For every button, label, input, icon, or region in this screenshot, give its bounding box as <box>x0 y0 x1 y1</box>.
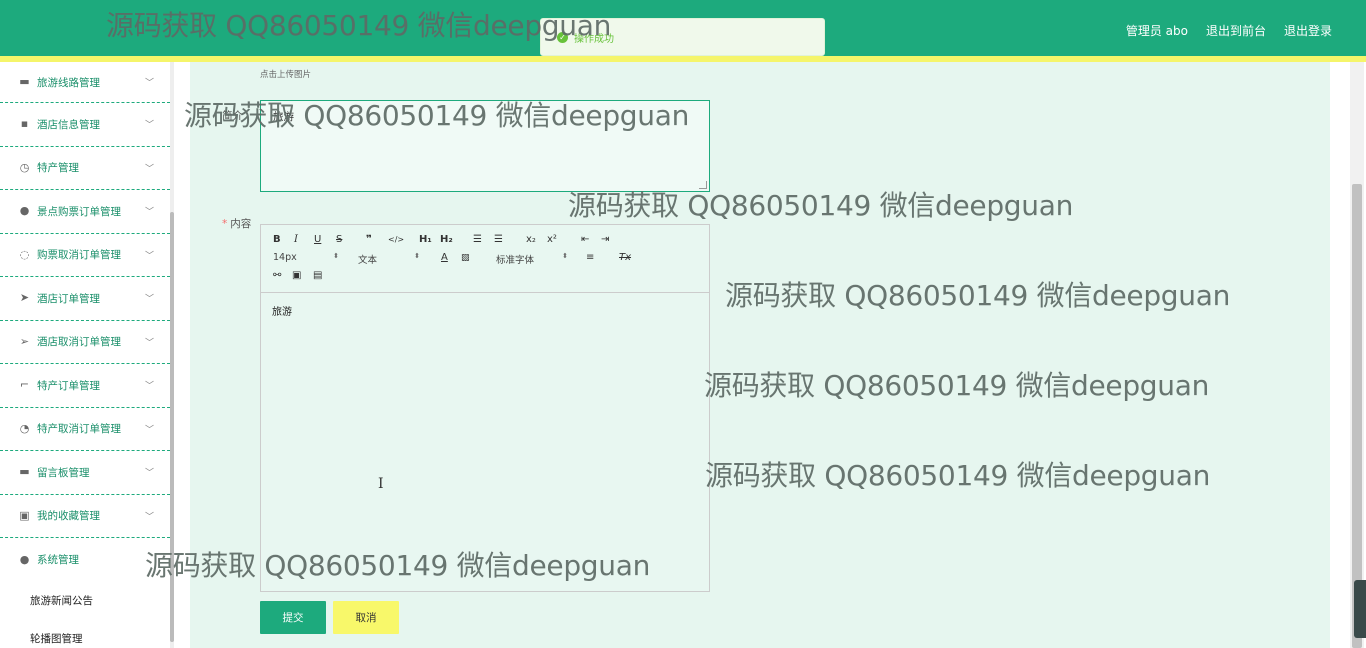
chevron-down-icon: ﹀ <box>144 120 154 131</box>
to-front-link[interactable]: 退出到前台 <box>1206 22 1266 39</box>
compass-icon: ◌ <box>19 247 30 261</box>
watermark-text: 源码获取 QQ86050149 微信deepguan <box>145 549 651 582</box>
required-star: * <box>222 218 228 230</box>
bold-button[interactable]: B <box>273 233 281 247</box>
sidebar-item-label: 留言板管理 <box>37 466 90 479</box>
superscript-button[interactable]: x² <box>547 233 557 247</box>
chevron-down-icon: ﹀ <box>144 294 154 305</box>
briefcase-icon: ▬ <box>19 465 30 479</box>
sidebar-item-specialty[interactable]: ◷ 特产管理 ﹀ <box>0 147 170 190</box>
crop-icon: ⌐ <box>19 378 30 392</box>
main-scroll-thumb[interactable] <box>1352 184 1362 648</box>
submenu-item-news[interactable]: 旅游新闻公告 <box>0 582 170 620</box>
chevron-down-icon: ﹀ <box>144 425 154 436</box>
sidebar-item-label: 景点购票订单管理 <box>37 205 121 218</box>
sidebar-item-label: 我的收藏管理 <box>37 510 100 523</box>
watermark-text: 源码获取 QQ86050149 微信deepguan <box>725 279 1231 312</box>
ordered-list-icon[interactable]: ☰ <box>473 233 482 247</box>
indent-icon[interactable]: ⇥ <box>601 233 609 247</box>
sidebar-item-specialty-orders[interactable]: ⌐ 特产订单管理 ﹀ <box>0 364 170 408</box>
chevron-down-icon: ﹀ <box>144 251 154 262</box>
clock-icon: ◷ <box>19 160 30 174</box>
header-links: 管理员 abo 退出到前台 退出登录 <box>1126 22 1332 39</box>
image-icon[interactable]: ▣ <box>292 269 301 283</box>
watermark-text: 源码获取 QQ86050149 微信deepguan <box>705 459 1211 492</box>
sidebar-item-favorites[interactable]: ▣ 我的收藏管理 ﹀ <box>0 495 170 538</box>
select-arrow-icon: ⬍ <box>333 252 339 260</box>
chevron-down-icon: ﹀ <box>144 338 154 349</box>
upload-hint[interactable]: 点击上传图片 <box>260 68 311 80</box>
sidebar-item-hotel-cancel[interactable]: ➢ 酒店取消订单管理 ﹀ <box>0 321 170 364</box>
admin-user-label[interactable]: 管理员 abo <box>1126 22 1188 39</box>
sidebar-item-ticket-cancel[interactable]: ◌ 购票取消订单管理 ﹀ <box>0 234 170 277</box>
content-label: * 内容 <box>222 218 252 230</box>
sidebar-item-message-board[interactable]: ▬ 留言板管理 ﹀ <box>0 451 170 495</box>
bulb-icon: ● <box>19 552 30 566</box>
sidebar-item-hotel-orders[interactable]: ➤ 酒店订单管理 ﹀ <box>0 277 170 321</box>
code-button[interactable]: </> <box>388 233 404 247</box>
sidebar-item-hotel-info[interactable]: ▪ 酒店信息管理 ﹀ <box>0 103 170 147</box>
font-family-select[interactable]: 标准字体 ⬍ <box>496 252 568 266</box>
chevron-down-icon: ﹀ <box>144 164 154 175</box>
main-scrollbar[interactable] <box>1350 62 1364 648</box>
watermark-text: 源码获取 QQ86050149 微信deepguan <box>184 99 690 132</box>
timer-icon: ◔ <box>19 421 30 435</box>
editor-content[interactable]: 旅游 <box>261 293 709 328</box>
side-widget[interactable] <box>1354 580 1366 638</box>
underline-button[interactable]: U <box>314 233 321 247</box>
text-cursor-icon: I <box>378 476 384 492</box>
sidebar-item-label: 酒店取消订单管理 <box>37 336 121 349</box>
sidebar-item-route[interactable]: ▬ 旅游线路管理 ﹀ <box>0 62 170 103</box>
video-icon[interactable]: ▤ <box>313 269 322 283</box>
logout-link[interactable]: 退出登录 <box>1284 22 1332 39</box>
strike-button[interactable]: S <box>336 233 342 247</box>
user-icon: ● <box>19 204 30 218</box>
h1-button[interactable]: H₁ <box>419 233 432 247</box>
sidebar-item-ticket-orders[interactable]: ● 景点购票订单管理 ﹀ <box>0 190 170 234</box>
ticket-icon: ▬ <box>19 75 30 88</box>
watermark-text: 源码获取 QQ86050149 微信deepguan <box>568 189 1074 222</box>
paragraph-select[interactable]: 文本 ⬍ <box>358 252 420 266</box>
sidebar-item-label: 特产管理 <box>37 162 79 175</box>
chevron-down-icon: ﹀ <box>144 512 154 523</box>
chevron-down-icon: ﹀ <box>144 381 154 392</box>
sidebar-item-specialty-cancel[interactable]: ◔ 特产取消订单管理 ﹀ <box>0 408 170 451</box>
chevron-down-icon: ﹀ <box>144 78 154 89</box>
sidebar-item-label: 酒店信息管理 <box>37 118 100 131</box>
watermark-text: 源码获取 QQ86050149 微信deepguan <box>704 369 1210 402</box>
blockquote-button[interactable]: ❞ <box>366 233 372 247</box>
sidebar-item-label: 旅游线路管理 <box>37 76 100 89</box>
italic-button[interactable]: I <box>294 233 298 247</box>
outdent-icon[interactable]: ⇤ <box>581 233 589 247</box>
select-arrow-icon: ⬍ <box>414 252 420 260</box>
background-color-icon[interactable]: ▧ <box>461 251 470 265</box>
sidebar-item-label: 购票取消订单管理 <box>37 249 121 262</box>
align-icon[interactable]: ≡ <box>586 251 594 265</box>
navigate-icon: ➢ <box>19 334 30 348</box>
cancel-button[interactable]: 取消 <box>333 601 399 634</box>
link-icon[interactable]: ⚯ <box>273 269 281 283</box>
font-size-select[interactable]: 14px ⬍ <box>273 252 339 263</box>
comment-icon: ▪ <box>20 117 29 131</box>
send-icon: ➤ <box>19 291 30 305</box>
submenu-item-carousel[interactable]: 轮播图管理 <box>0 620 170 648</box>
select-arrow-icon: ⬍ <box>562 252 568 260</box>
h2-button[interactable]: H₂ <box>440 233 453 247</box>
sidebar-item-label: 特产订单管理 <box>37 379 100 392</box>
rich-text-editor[interactable]: B I U S ❞ </> H₁ H₂ ☰ ☰ x₂ x² ⇤ ⇥ 14px ⬍ … <box>260 224 710 592</box>
chevron-down-icon: ﹀ <box>144 207 154 218</box>
chevron-down-icon: ﹀ <box>144 468 154 479</box>
clipboard-icon: ▣ <box>19 508 30 522</box>
font-color-icon[interactable]: A <box>441 251 448 265</box>
sidebar-item-label: 系统管理 <box>37 554 79 567</box>
sidebar-item-label: 酒店订单管理 <box>37 292 100 305</box>
sidebar-item-label: 特产取消订单管理 <box>37 423 121 436</box>
clean-format-button[interactable]: Tx <box>619 251 631 265</box>
subscript-button[interactable]: x₂ <box>526 233 536 247</box>
bullet-list-icon[interactable]: ☰ <box>494 233 503 247</box>
submit-button[interactable]: 提交 <box>260 601 326 634</box>
watermark-text: 源码获取 QQ86050149 微信deepguan <box>106 9 612 42</box>
editor-toolbar: B I U S ❞ </> H₁ H₂ ☰ ☰ x₂ x² ⇤ ⇥ 14px ⬍ … <box>261 225 709 293</box>
